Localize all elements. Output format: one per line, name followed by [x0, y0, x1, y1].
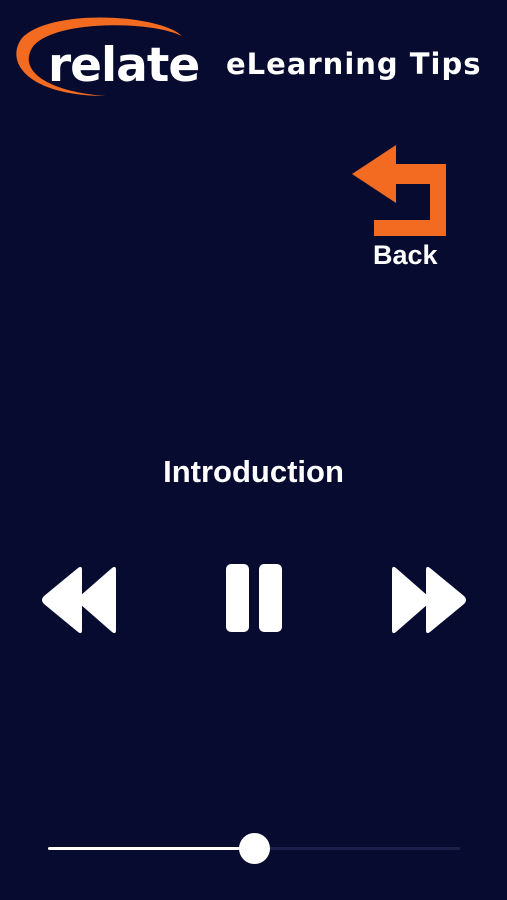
track-title: Introduction	[163, 454, 344, 489]
back-arrow-icon	[352, 145, 446, 236]
back-button[interactable]: Back	[350, 140, 470, 282]
progress-fill	[48, 847, 254, 850]
back-label: Back	[373, 240, 438, 270]
pause-icon	[226, 564, 282, 632]
rewind-button[interactable]	[40, 560, 122, 640]
fast-forward-button[interactable]	[386, 560, 468, 640]
app-title: eLearning Tips	[226, 47, 482, 81]
progress-slider[interactable]	[48, 830, 460, 866]
logo-text: relate	[48, 38, 200, 93]
playback-controls	[0, 560, 507, 640]
fast-forward-icon	[392, 566, 466, 634]
app-header: relate eLearning Tips	[0, 0, 507, 110]
progress-thumb[interactable]	[239, 833, 270, 864]
rewind-icon	[42, 566, 116, 634]
pause-button[interactable]	[221, 560, 287, 640]
relate-logo: relate	[10, 12, 200, 100]
